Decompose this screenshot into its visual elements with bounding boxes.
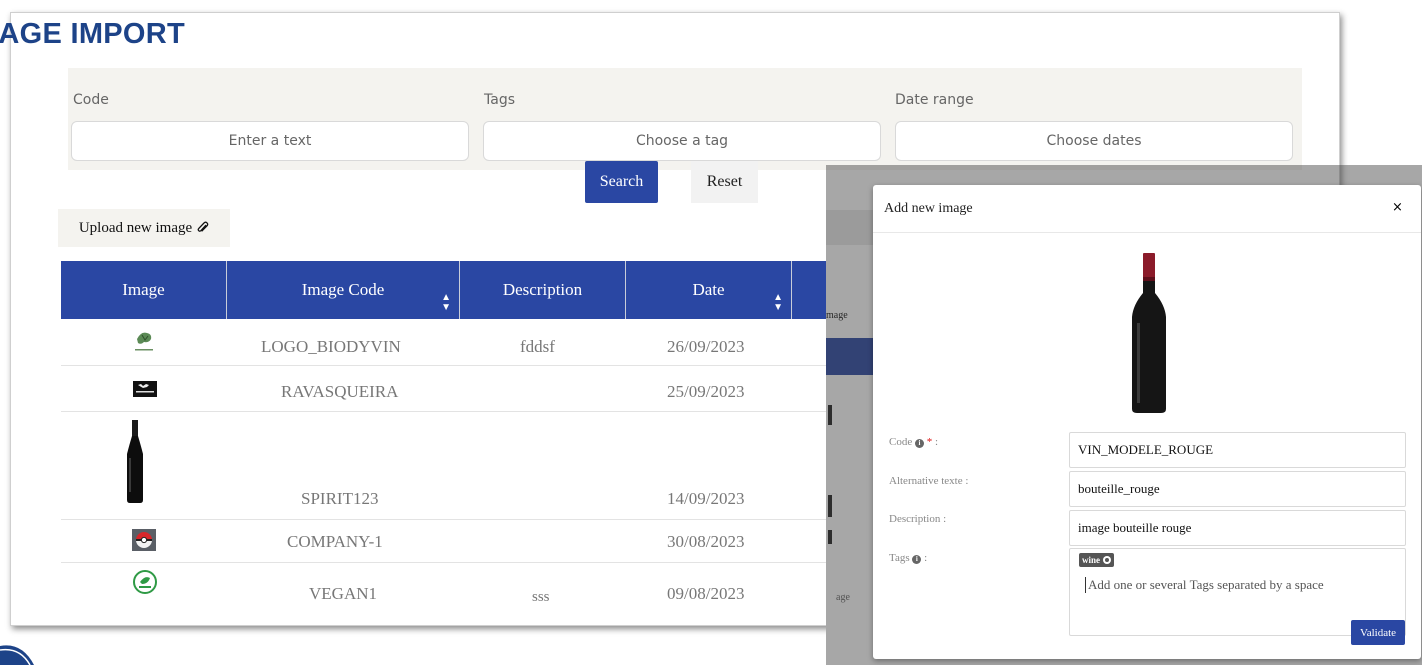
tags-filter-label: Tags <box>484 92 515 108</box>
ravasqueira-logo-thumbnail <box>133 381 157 401</box>
reset-button[interactable]: Reset <box>691 161 758 203</box>
column-header-image-code[interactable]: Image Code ▲ ▼ <box>227 261 460 319</box>
tag-chip-wine[interactable]: wine <box>1079 553 1114 567</box>
code-search-input[interactable]: Enter a text <box>71 121 469 161</box>
spirit-bottle-thumbnail <box>123 420 147 508</box>
code-filter-label: Code <box>73 92 109 108</box>
page-title: IAGE IMPORT <box>0 18 186 50</box>
image-code-cell: COMPANY-1 <box>287 532 383 551</box>
date-range-picker[interactable]: Choose dates <box>895 121 1293 161</box>
search-button[interactable]: Search <box>585 161 658 203</box>
sort-icon[interactable]: ▲ ▼ <box>773 293 783 313</box>
remove-tag-icon[interactable] <box>1103 556 1111 564</box>
table-row[interactable]: VEGAN1 sss 09/08/2023 <box>61 563 831 606</box>
image-code-cell: VEGAN1 <box>309 584 377 603</box>
table-row[interactable]: RAVASQUEIRA 25/09/2023 <box>61 366 831 412</box>
upload-button-label: Upload new image <box>78 219 193 236</box>
upload-new-image-button[interactable]: Upload new image <box>58 209 230 247</box>
info-icon: i <box>914 439 924 448</box>
column-header-description: Description <box>460 261 626 319</box>
info-icon: i <box>912 555 922 564</box>
modal-title: Add new image <box>884 201 973 216</box>
description-cell: sss <box>532 589 550 605</box>
required-asterisk: * <box>926 436 933 448</box>
description-field-label: Description : <box>889 513 947 525</box>
image-code-header-label: Image Code <box>301 280 385 299</box>
paperclip-icon <box>197 221 209 232</box>
column-header-date[interactable]: Date ▲ ▼ <box>626 261 792 319</box>
wine-bottle-preview <box>1129 253 1169 419</box>
alt-text-field-label: Alternative texte : <box>889 475 969 487</box>
sort-icon[interactable]: ▲ ▼ <box>441 293 451 313</box>
date-cell: 30/08/2023 <box>667 532 745 551</box>
date-range-filter-label: Date range <box>895 92 974 108</box>
biodyvin-logo-thumbnail <box>133 329 155 357</box>
vegan-badge-thumbnail <box>133 570 157 598</box>
column-header-image: Image <box>61 261 227 319</box>
close-icon[interactable]: × <box>1392 200 1403 215</box>
filter-panel: Code Tags Date range Enter a text Choose… <box>68 68 1302 170</box>
date-cell: 26/09/2023 <box>667 337 745 356</box>
code-field-label: Code i * : <box>889 436 939 448</box>
modal-divider <box>873 232 1421 233</box>
pokeball-thumbnail <box>132 529 156 555</box>
table-row[interactable]: LOGO_BIODYVIN fddsf 26/09/2023 <box>61 319 831 366</box>
tags-input[interactable]: Add one or several Tags separated by a s… <box>1085 577 1324 593</box>
table-row[interactable]: COMPANY-1 30/08/2023 <box>61 520 831 563</box>
tags-select[interactable]: Choose a tag <box>483 121 881 161</box>
date-header-label: Date <box>692 280 725 299</box>
table-row[interactable]: SPIRIT123 14/09/2023 <box>61 412 831 520</box>
validate-button[interactable]: Validate <box>1351 620 1405 645</box>
date-cell: 25/09/2023 <box>667 382 745 401</box>
tags-field-label: Tags i : <box>889 552 928 564</box>
description-cell: fddsf <box>520 337 555 356</box>
date-cell: 09/08/2023 <box>667 584 745 603</box>
table-header: Image Image Code ▲ ▼ Description Date ▲ ▼ <box>61 261 831 319</box>
decorative-corner-shape <box>0 645 34 665</box>
images-table: Image Image Code ▲ ▼ Description Date ▲ ▼ <box>61 261 831 606</box>
code-field[interactable]: VIN_MODELE_ROUGE <box>1069 432 1406 468</box>
alt-text-field[interactable]: bouteille_rouge <box>1069 471 1406 507</box>
add-image-modal: Add new image × Code i * : VIN_MODELE_RO… <box>873 185 1421 659</box>
description-field[interactable]: image bouteille rouge <box>1069 510 1406 546</box>
image-code-cell: LOGO_BIODYVIN <box>261 337 401 356</box>
date-cell: 14/09/2023 <box>667 489 745 508</box>
image-code-cell: SPIRIT123 <box>301 489 379 508</box>
image-code-cell: RAVASQUEIRA <box>281 382 399 401</box>
